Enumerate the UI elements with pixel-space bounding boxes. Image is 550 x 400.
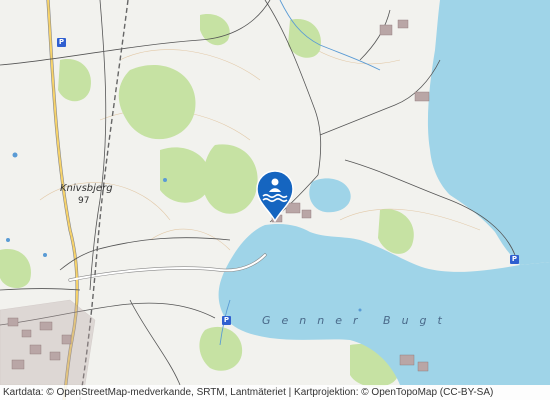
elevation-label: 97 xyxy=(78,196,90,206)
parking-icon[interactable]: P xyxy=(57,38,66,47)
map-canvas[interactable]: Knivsbjerg 97 Genner Bugt P P P Kartdata… xyxy=(0,0,550,400)
swimming-icon[interactable] xyxy=(255,170,295,222)
bay-label: Genner Bugt xyxy=(262,314,453,327)
parking-icon[interactable]: P xyxy=(222,316,231,325)
parking-icon[interactable]: P xyxy=(510,255,519,264)
attribution-bar: Kartdata: © OpenStreetMap-medverkande, S… xyxy=(0,385,550,400)
place-label: Knivsbjerg xyxy=(60,183,113,194)
